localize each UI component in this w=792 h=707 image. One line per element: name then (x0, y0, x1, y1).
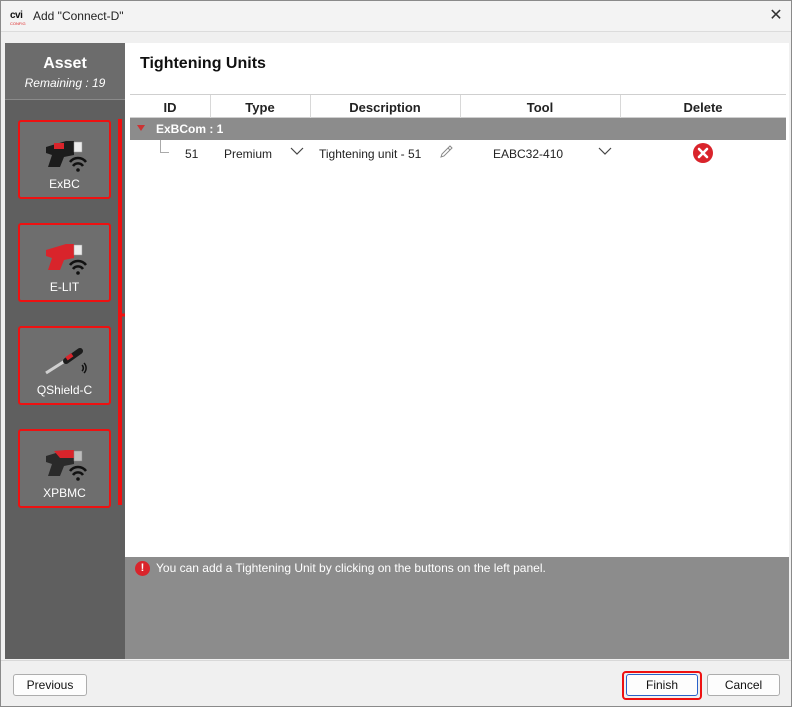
xpbmc-label: XPBMC (43, 486, 86, 500)
exbc-tool-icon (46, 141, 87, 172)
close-button[interactable]: ✕ (765, 5, 787, 27)
add-qshield-c-button[interactable]: QShield-C (18, 326, 111, 405)
qshield-wrench-icon (45, 348, 87, 375)
unit-type-select[interactable]: Premium (224, 147, 272, 161)
column-header-tool: Tool (526, 100, 554, 115)
asset-title: Asset (43, 55, 87, 72)
info-message: You can add a Tightening Unit by clickin… (156, 561, 546, 575)
table-row[interactable]: 51 Premium Tightening unit - 51 EABC32-4… (130, 140, 786, 166)
app-logo-text: cvi (10, 10, 23, 21)
group-label: ExBCom : 1 (156, 122, 224, 136)
dialog-footer: Previous Finish Cancel (1, 660, 791, 706)
qshield-c-label: QShield-C (36, 383, 93, 397)
add-exbc-button[interactable]: ExBC (18, 120, 111, 199)
tightening-units-table: ID Type Description Tool Delete ExBCom :… (130, 94, 786, 166)
tightening-units-panel: Tightening Units ID Type Description Too… (125, 43, 789, 659)
cancel-button[interactable]: Cancel (707, 674, 780, 696)
xpbmc-tool-icon (46, 450, 87, 481)
chevron-down-icon[interactable] (598, 144, 612, 158)
add-elit-button[interactable]: E-LIT (18, 223, 111, 302)
chevron-down-icon[interactable] (290, 144, 304, 158)
finish-button[interactable]: Finish (626, 674, 698, 696)
app-logo-subtext: CONFIG (10, 21, 26, 26)
edit-pencil-icon[interactable] (438, 144, 454, 160)
asset-remaining-count: Remaining : 19 (24, 76, 106, 90)
info-icon: ! (135, 561, 150, 576)
column-header-type: Type (245, 100, 275, 115)
title-bar: cvi CONFIG Add "Connect-D" ✕ (1, 1, 791, 32)
page-title: Tightening Units (140, 55, 266, 72)
dialog-body: Asset Remaining : 19 ExBC E-LIT QShield-… (3, 43, 789, 659)
asset-header: Asset Remaining : 19 (5, 43, 125, 100)
elit-label: E-LIT (49, 280, 80, 294)
add-xpbmc-button[interactable]: XPBMC (18, 429, 111, 508)
collapse-caret-icon[interactable] (137, 125, 145, 131)
column-header-id: ID (163, 100, 177, 115)
unit-description[interactable]: Tightening unit - 51 (319, 147, 421, 161)
window-title: Add "Connect-D" (33, 9, 124, 23)
dialog-window: cvi CONFIG Add "Connect-D" ✕ Asset Remai… (0, 0, 792, 707)
asset-panel: Asset Remaining : 19 ExBC E-LIT QShield-… (5, 43, 164, 659)
unit-tool-select[interactable]: EABC32-410 (493, 147, 563, 161)
table-header: ID Type Description Tool Delete (130, 94, 786, 118)
group-row-exbcom[interactable]: ExBCom : 1 (130, 118, 786, 140)
column-header-delete: Delete (683, 100, 723, 115)
exbc-label: ExBC (49, 177, 80, 191)
previous-button[interactable]: Previous (13, 674, 87, 696)
delete-button[interactable] (693, 143, 713, 163)
unit-id: 51 (185, 147, 199, 161)
delete-x-icon (697, 147, 709, 159)
close-icon: ✕ (769, 7, 783, 24)
info-bar: ! You can add a Tightening Unit by click… (125, 557, 789, 659)
tree-connector (160, 140, 169, 153)
elit-tool-icon (46, 244, 87, 275)
column-header-description: Description (349, 100, 421, 115)
app-logo: cvi CONFIG (10, 7, 26, 27)
